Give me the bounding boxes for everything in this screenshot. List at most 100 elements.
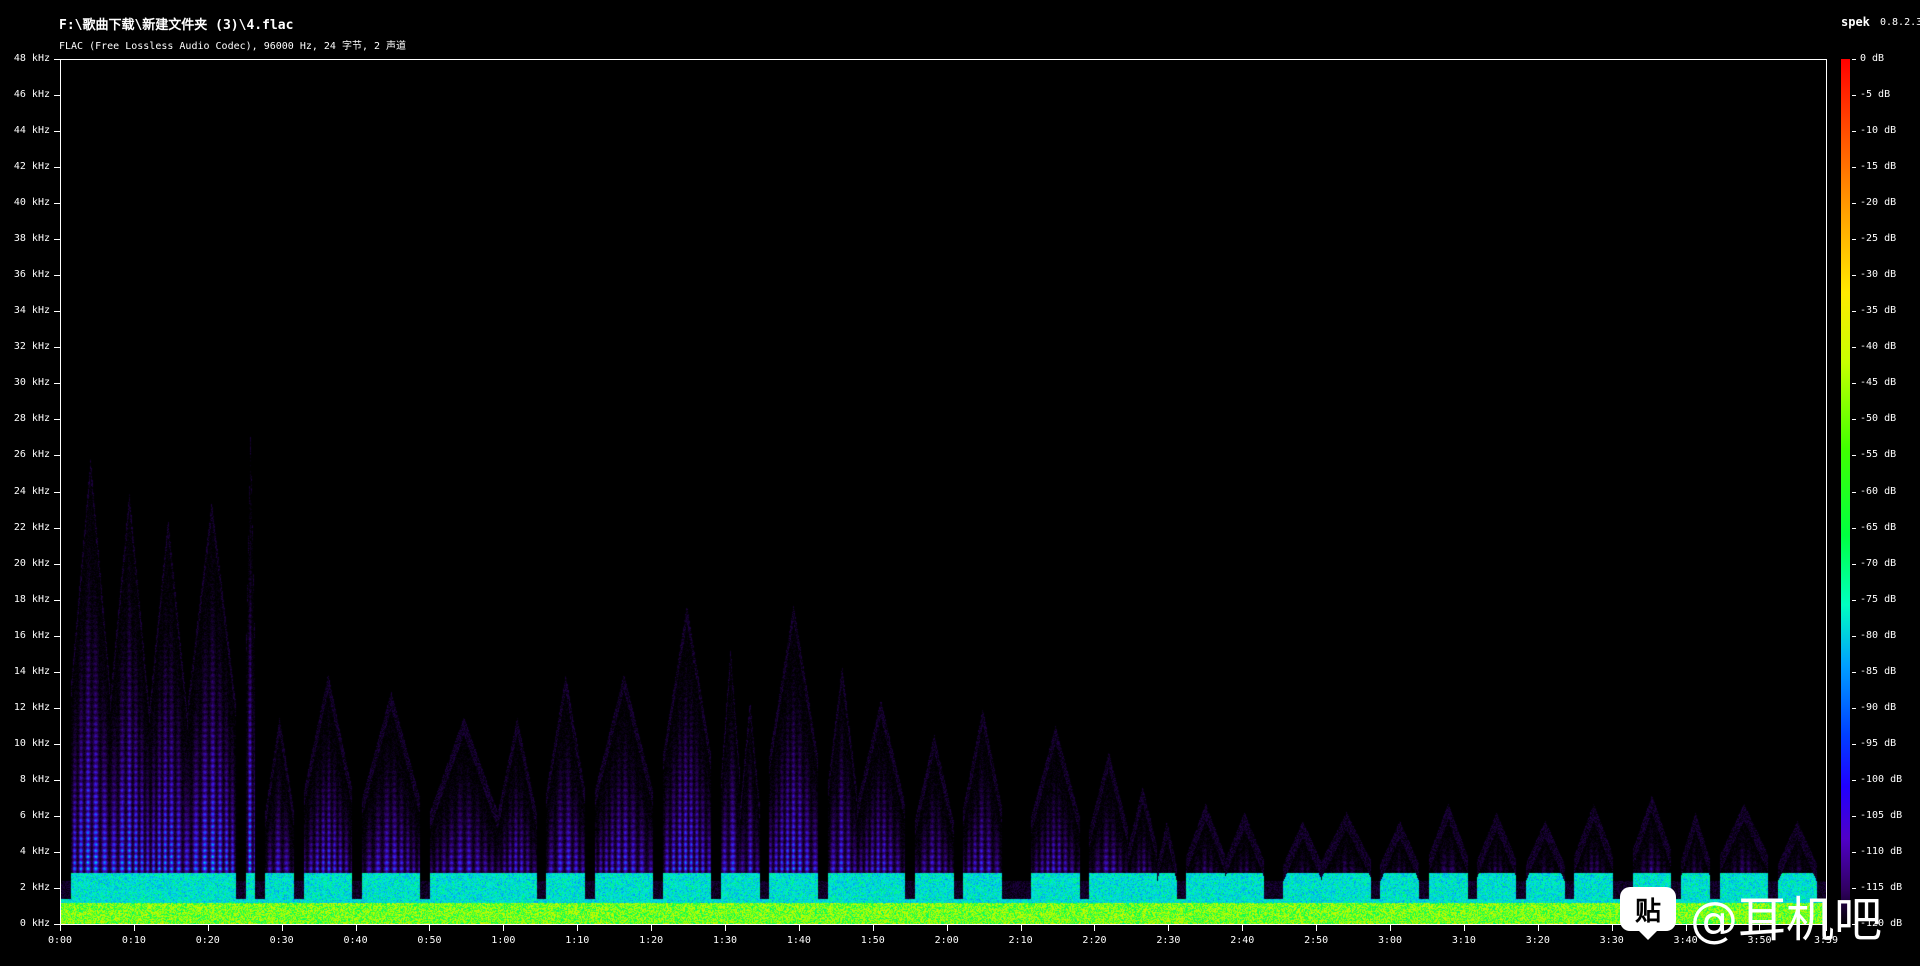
time-tick [725, 925, 727, 931]
db-tick [1852, 419, 1856, 421]
frequency-tick-label: 44 kHz [13, 125, 50, 137]
time-tick-label: 0:10 [121, 935, 146, 946]
time-tick [1168, 925, 1170, 931]
time-tick-label: 3:00 [1377, 935, 1403, 946]
db-tick-label: -40 dB [1860, 341, 1897, 353]
time-tick-label: 0:00 [47, 935, 73, 946]
frequency-tick-label: 20 kHz [13, 557, 50, 569]
time-tick [1685, 925, 1687, 931]
spek-window: F:\歌曲下载\新建文件夹 (3)\4.flac FLAC (Free Loss… [0, 0, 1920, 966]
db-tick [1852, 599, 1856, 601]
watermark-text: @耳机吧 [1690, 892, 1883, 948]
db-tick [1852, 59, 1856, 60]
frequency-tick-label: 16 kHz [13, 629, 50, 641]
time-tick [872, 925, 874, 931]
file-info: FLAC (Free Lossless Audio Codec), 96000 … [59, 41, 407, 52]
time-tick-label: 2:30 [1156, 935, 1181, 946]
frequency-tick-label: 12 kHz [13, 701, 50, 713]
frequency-tick-label: 40 kHz [13, 197, 50, 209]
time-tick [1390, 925, 1392, 931]
frequency-tick-label: 18 kHz [13, 593, 50, 605]
db-tick [1852, 131, 1856, 133]
db-tick-label: -75 dB [1860, 593, 1897, 605]
db-tick-label: -100 dB [1860, 773, 1903, 785]
db-tick-label: -30 dB [1860, 269, 1897, 281]
db-tick [1852, 275, 1856, 277]
db-tick [1852, 527, 1856, 529]
db-tick [1852, 779, 1856, 781]
time-tick-label: 0:50 [417, 935, 442, 946]
frequency-tick-label: 14 kHz [13, 665, 50, 677]
spectrogram-plot [60, 59, 1827, 925]
frequency-tick-label: 38 kHz [13, 233, 50, 245]
frequency-tick-label: 36 kHz [13, 269, 50, 281]
db-tick-label: -70 dB [1860, 557, 1897, 569]
time-tick [1537, 925, 1539, 931]
time-tick [1316, 925, 1318, 931]
spectrogram-canvas [61, 60, 1826, 924]
time-tick-label: 3:10 [1451, 935, 1476, 946]
frequency-tick-label: 4 kHz [19, 845, 50, 857]
frequency-tick-label: 30 kHz [13, 377, 50, 389]
frequency-tick-label: 34 kHz [13, 305, 50, 317]
db-tick-label: -105 dB [1860, 809, 1903, 821]
db-tick [1852, 635, 1856, 637]
time-tick [355, 925, 357, 931]
time-tick [946, 925, 948, 931]
time-tick-label: 0:20 [195, 935, 220, 946]
time-tick [1242, 925, 1244, 931]
db-tick [1852, 563, 1856, 565]
db-tick [1852, 491, 1856, 493]
frequency-tick-label: 6 kHz [19, 809, 50, 821]
app-version: 0.8.2.3 [1880, 17, 1920, 28]
time-tick [207, 925, 209, 931]
frequency-tick-label: 46 kHz [13, 89, 50, 101]
db-tick [1852, 311, 1856, 313]
db-tick [1852, 851, 1856, 853]
db-tick-label: -45 dB [1860, 377, 1897, 389]
app-name: spek [1841, 15, 1870, 29]
time-tick [60, 925, 61, 931]
frequency-tick-label: 48 kHz [13, 53, 50, 64]
db-colorbar [1841, 59, 1850, 925]
time-tick [1094, 925, 1096, 931]
db-tick [1852, 95, 1856, 97]
time-tick-label: 3:20 [1525, 935, 1550, 946]
time-tick [1020, 925, 1022, 931]
db-tick-label: 0 dB [1860, 53, 1885, 64]
db-tick-label: -80 dB [1860, 629, 1897, 641]
time-tick [798, 925, 800, 931]
db-tick-label: -65 dB [1860, 521, 1897, 533]
frequency-tick-label: 2 kHz [19, 881, 50, 893]
db-tick [1852, 743, 1856, 745]
db-tick [1852, 815, 1856, 817]
db-tick-label: -60 dB [1860, 485, 1897, 497]
time-tick-label: 0:40 [343, 935, 368, 946]
frequency-tick-label: 28 kHz [13, 413, 50, 425]
db-tick-label: -95 dB [1860, 737, 1897, 749]
frequency-tick-label: 24 kHz [13, 485, 50, 497]
frequency-tick-label: 32 kHz [13, 341, 50, 353]
db-tick [1852, 383, 1856, 385]
db-tick [1852, 455, 1856, 457]
db-tick [1852, 347, 1856, 349]
svg-text:贴: 贴 [1635, 897, 1661, 927]
time-tick-label: 1:50 [860, 935, 885, 946]
db-tick [1852, 671, 1856, 673]
time-tick-label: 2:10 [1008, 935, 1033, 946]
db-tick-label: -35 dB [1860, 305, 1897, 317]
time-tick [281, 925, 283, 931]
db-tick [1852, 239, 1856, 241]
time-tick [133, 925, 135, 931]
time-tick-label: 1:30 [712, 935, 738, 946]
frequency-tick-label: 42 kHz [13, 161, 50, 173]
db-tick-label: -55 dB [1860, 449, 1897, 461]
db-tick-label: -85 dB [1860, 665, 1897, 677]
time-tick-label: 2:20 [1082, 935, 1107, 946]
time-tick-label: 0:30 [269, 935, 294, 946]
time-tick [651, 925, 653, 931]
time-tick [1611, 925, 1613, 931]
db-tick-label: -50 dB [1860, 413, 1897, 425]
time-tick-label: 1:10 [565, 935, 590, 946]
time-tick [429, 925, 431, 931]
